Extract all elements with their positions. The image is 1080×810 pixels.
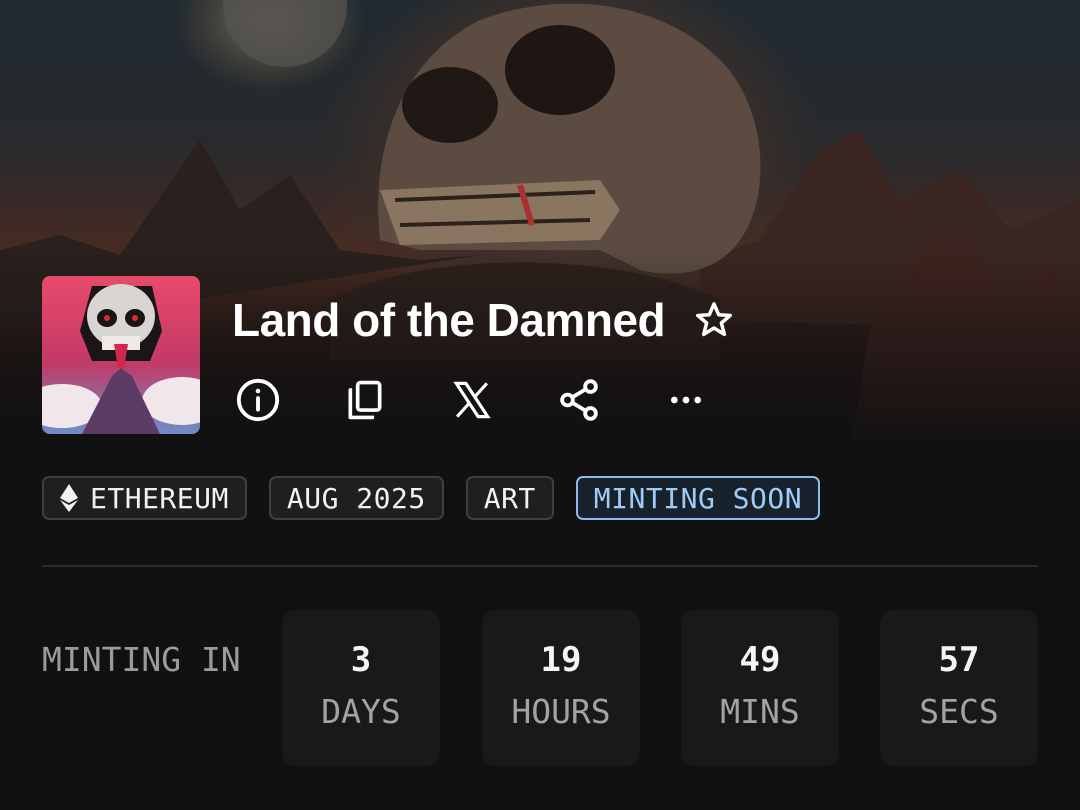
copy-button[interactable]	[339, 374, 391, 426]
countdown-mins-value: 49	[739, 640, 781, 680]
share-button[interactable]	[553, 374, 605, 426]
countdown-secs: 57 SECS	[880, 610, 1038, 766]
countdown-hours: 19 HOURS	[482, 610, 640, 766]
x-logo-icon	[453, 381, 491, 419]
collection-avatar	[42, 276, 200, 434]
category-tag[interactable]: ART	[465, 476, 554, 520]
countdown-days-unit: DAYS	[321, 692, 401, 731]
collection-actions	[232, 372, 712, 428]
countdown-hours-value: 19	[540, 640, 582, 680]
x-share-button[interactable]	[446, 374, 498, 426]
countdown-hours-unit: HOURS	[511, 692, 611, 731]
collection-title: Land of the Damned	[232, 294, 666, 346]
copy-icon	[348, 380, 382, 420]
chain-tag[interactable]: ETHEREUM	[42, 476, 247, 520]
more-icon	[671, 396, 701, 404]
collection-tags: ETHEREUM AUG 2025 ART MINTING SOON	[42, 476, 821, 520]
chain-tag-label: ETHEREUM	[90, 481, 229, 515]
category-tag-label: ART	[483, 481, 536, 515]
date-tag[interactable]: AUG 2025	[268, 476, 444, 520]
countdown-mins: 49 MINS	[681, 610, 839, 766]
countdown-mins-unit: MINS	[720, 692, 800, 731]
status-badge-label: MINTING SOON	[593, 481, 803, 515]
countdown-label: MINTING IN	[42, 640, 241, 679]
countdown-days: 3 DAYS	[282, 610, 440, 766]
status-badge: MINTING SOON	[575, 476, 821, 520]
favorite-star-icon[interactable]	[693, 299, 735, 341]
more-options-button[interactable]	[660, 374, 712, 426]
countdown-days-value: 3	[350, 640, 372, 680]
section-divider	[42, 565, 1038, 567]
countdown-secs-value: 57	[938, 640, 980, 680]
info-button[interactable]	[232, 374, 284, 426]
countdown-secs-unit: SECS	[919, 692, 999, 731]
date-tag-label: AUG 2025	[286, 481, 426, 515]
ethereum-icon	[60, 484, 78, 512]
info-icon	[236, 378, 280, 422]
share-icon	[560, 379, 598, 421]
